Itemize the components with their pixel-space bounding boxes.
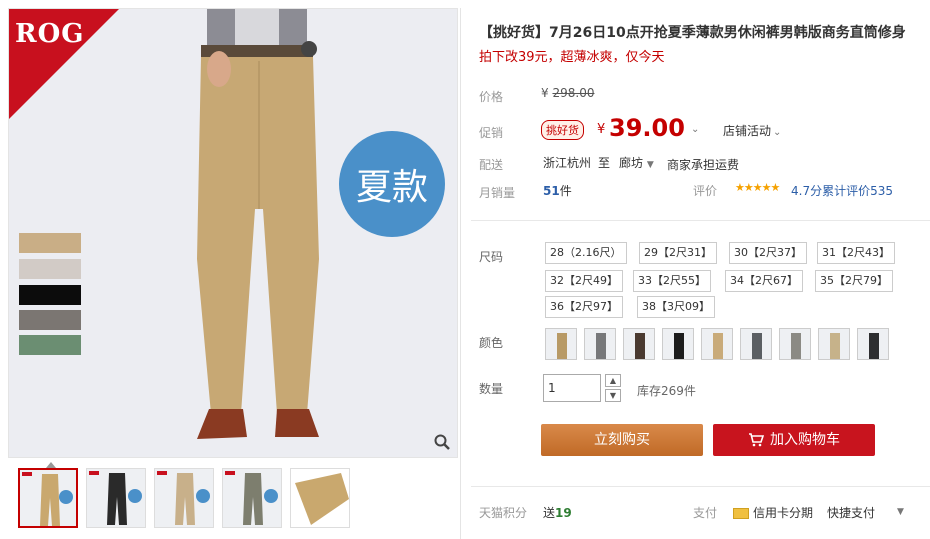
size-option[interactable]: 33【2尺55】 bbox=[633, 270, 711, 292]
product-subtitle: 拍下改39元，超薄冰爽，仅今天 bbox=[479, 50, 665, 65]
rating-label: 评价 bbox=[693, 184, 718, 198]
product-info-panel: 【挑好货】7月26日10点开抢夏季薄款男休闲裤男韩版商务直筒修身 拍下改39元，… bbox=[460, 8, 930, 539]
color-option[interactable] bbox=[545, 328, 577, 360]
color-label: 颜色 bbox=[479, 336, 504, 350]
payment-label: 支付 bbox=[693, 506, 718, 520]
size-label: 尺码 bbox=[479, 250, 504, 264]
shipping-label: 配送 bbox=[479, 158, 504, 172]
color-option[interactable] bbox=[779, 328, 811, 360]
ship-fee: 商家承担运费 bbox=[667, 158, 740, 172]
color-swatch bbox=[19, 285, 81, 305]
size-option[interactable]: 38【3尺09】 bbox=[637, 296, 715, 318]
color-option[interactable] bbox=[662, 328, 694, 360]
promo-label: 促销 bbox=[479, 126, 504, 140]
size-option[interactable]: 28（2.16尺） bbox=[545, 242, 627, 264]
thumbnail[interactable] bbox=[18, 468, 78, 528]
quantity-increase-button[interactable]: ▲ bbox=[605, 374, 621, 387]
size-option[interactable]: 32【2尺49】 bbox=[545, 270, 623, 292]
quantity-decrease-button[interactable]: ▼ bbox=[605, 389, 621, 402]
rating-link[interactable]: 4.7分累计评价535 bbox=[791, 182, 893, 199]
size-option[interactable]: 29【2尺31】 bbox=[639, 242, 717, 264]
thumbnail[interactable] bbox=[154, 468, 214, 528]
monthly-sales: 51件 bbox=[543, 184, 572, 198]
ship-to-dropdown[interactable]: 廊坊 ▼ bbox=[619, 154, 654, 171]
promo-tag: 挑好货 bbox=[541, 120, 584, 140]
size-option[interactable]: 31【2尺43】 bbox=[817, 242, 895, 264]
color-option[interactable] bbox=[584, 328, 616, 360]
quick-pay: 快捷支付 bbox=[827, 506, 876, 520]
size-option[interactable]: 34【2尺67】 bbox=[725, 270, 803, 292]
price-label: 价格 bbox=[479, 90, 504, 104]
size-option[interactable]: 36【2尺97】 bbox=[545, 296, 623, 318]
thumbnail-strip bbox=[8, 462, 458, 532]
caret-down-icon: ▼ bbox=[646, 160, 654, 170]
size-option[interactable]: 35【2尺79】 bbox=[815, 270, 893, 292]
product-photo bbox=[197, 9, 319, 439]
points-value: 送19 bbox=[543, 506, 572, 520]
summer-badge: 夏款 bbox=[339, 131, 445, 237]
quantity-input[interactable]: 1 bbox=[543, 374, 601, 402]
color-swatch bbox=[19, 233, 81, 253]
color-swatch bbox=[19, 259, 81, 279]
credit-installment: 信用卡分期 bbox=[733, 504, 813, 521]
quantity-label: 数量 bbox=[479, 382, 504, 396]
size-option[interactable]: 30【2尺37】 bbox=[729, 242, 807, 264]
divider bbox=[471, 486, 930, 487]
ship-from: 浙江杭州 bbox=[543, 156, 592, 170]
star-rating-icon: ★★★★★ bbox=[735, 181, 780, 194]
original-price: ¥ 298.00 bbox=[541, 86, 595, 100]
color-swatch bbox=[19, 335, 81, 355]
color-option[interactable] bbox=[740, 328, 772, 360]
thumbnail[interactable] bbox=[86, 468, 146, 528]
buy-now-button[interactable]: 立刻购买 bbox=[541, 424, 703, 456]
color-option[interactable] bbox=[701, 328, 733, 360]
ship-to-word: 至 bbox=[598, 156, 611, 170]
color-option[interactable] bbox=[623, 328, 655, 360]
divider bbox=[471, 220, 930, 221]
price-symbol: ¥ bbox=[597, 122, 606, 137]
points-label: 天猫积分 bbox=[479, 506, 528, 520]
product-title: 【挑好货】7月26日10点开抢夏季薄款男休闲裤男韩版商务直筒修身 bbox=[479, 25, 906, 41]
main-product-image[interactable]: ROG 夏款 bbox=[8, 8, 458, 458]
add-to-cart-button[interactable]: 加入购物车 bbox=[713, 424, 875, 456]
color-swatch bbox=[19, 310, 81, 330]
promo-price: 39.00 bbox=[609, 114, 685, 142]
shop-activity-dropdown[interactable]: 店铺活动 ⌄ bbox=[723, 122, 781, 139]
chevron-down-icon: ⌄ bbox=[773, 127, 782, 138]
zoom-icon[interactable] bbox=[433, 433, 451, 451]
cart-icon bbox=[749, 433, 765, 447]
color-option[interactable] bbox=[857, 328, 889, 360]
thumbnail[interactable] bbox=[290, 468, 350, 528]
credit-card-icon bbox=[733, 508, 749, 519]
thumbnail[interactable] bbox=[222, 468, 282, 528]
sales-label: 月销量 bbox=[479, 186, 516, 200]
chevron-down-icon[interactable]: ⌄ bbox=[691, 124, 699, 135]
stock-count: 库存269件 bbox=[637, 384, 696, 398]
brand-logo: ROG bbox=[15, 19, 85, 49]
payment-dropdown-icon[interactable]: ▼ bbox=[897, 507, 904, 517]
color-option[interactable] bbox=[818, 328, 850, 360]
